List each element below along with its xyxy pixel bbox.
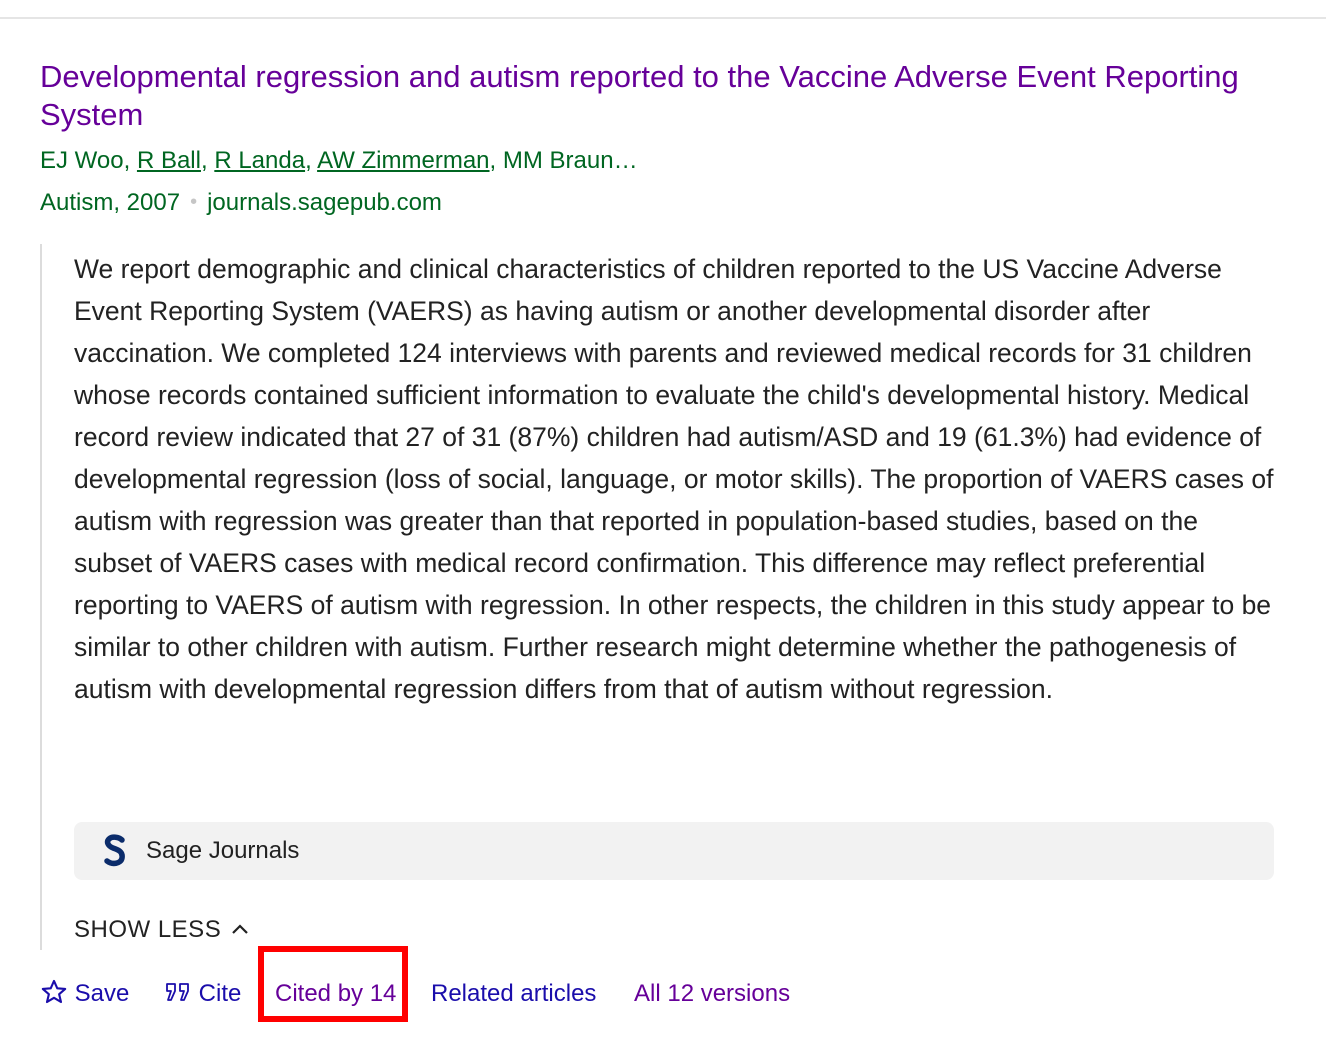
author-name: MM Braun… [502, 147, 638, 174]
abstract-text: We report demographic and clinical chara… [74, 254, 1274, 704]
search-result: Developmental regression and autism repo… [40, 58, 1290, 1022]
show-less-label: SHOW LESS [74, 916, 222, 943]
meta-separator-dot: • [190, 191, 198, 213]
cite-label: Cite [198, 980, 242, 1007]
author-name: EJ Woo [40, 147, 124, 174]
top-divider [0, 17, 1326, 19]
author-link-aw-zimmerman[interactable]: AW Zimmerman [317, 147, 489, 174]
save-label: Save [74, 980, 130, 1007]
author-separator: , [305, 147, 318, 174]
author-link-r-landa[interactable]: R Landa [214, 147, 305, 174]
author-separator: , [123, 147, 137, 174]
chevron-up-icon [232, 924, 248, 934]
source-name: Sage Journals [146, 837, 300, 864]
source-domain: journals.sagepub.com [207, 189, 442, 216]
publication-meta: Autism, 2007 • journals.sagepub.com [40, 186, 1290, 221]
show-less-button[interactable]: SHOW LESS [74, 914, 249, 946]
author-list: EJ Woo, R Ball, R Landa, AW Zimmerman, M… [40, 144, 1290, 178]
author-separator: , [489, 147, 503, 174]
highlight-box [258, 946, 408, 1022]
cite-button[interactable]: Cite [164, 976, 241, 1012]
author-link-r-ball[interactable]: R Ball [137, 147, 201, 174]
author-separator: , [200, 147, 215, 174]
star-icon [41, 979, 67, 1003]
result-title-link[interactable]: Developmental regression and autism repo… [40, 58, 1240, 134]
related-articles-link[interactable]: Related articles [431, 976, 596, 1012]
source-card[interactable]: Sage Journals [74, 822, 1274, 880]
abstract-panel: We report demographic and clinical chara… [40, 244, 1282, 950]
venue-year: Autism, 2007 [40, 189, 181, 216]
quote-icon [166, 982, 189, 1001]
sage-s-logo-icon [104, 834, 125, 867]
all-versions-link[interactable]: All 12 versions [634, 976, 790, 1012]
save-button[interactable]: Save [40, 976, 129, 1012]
